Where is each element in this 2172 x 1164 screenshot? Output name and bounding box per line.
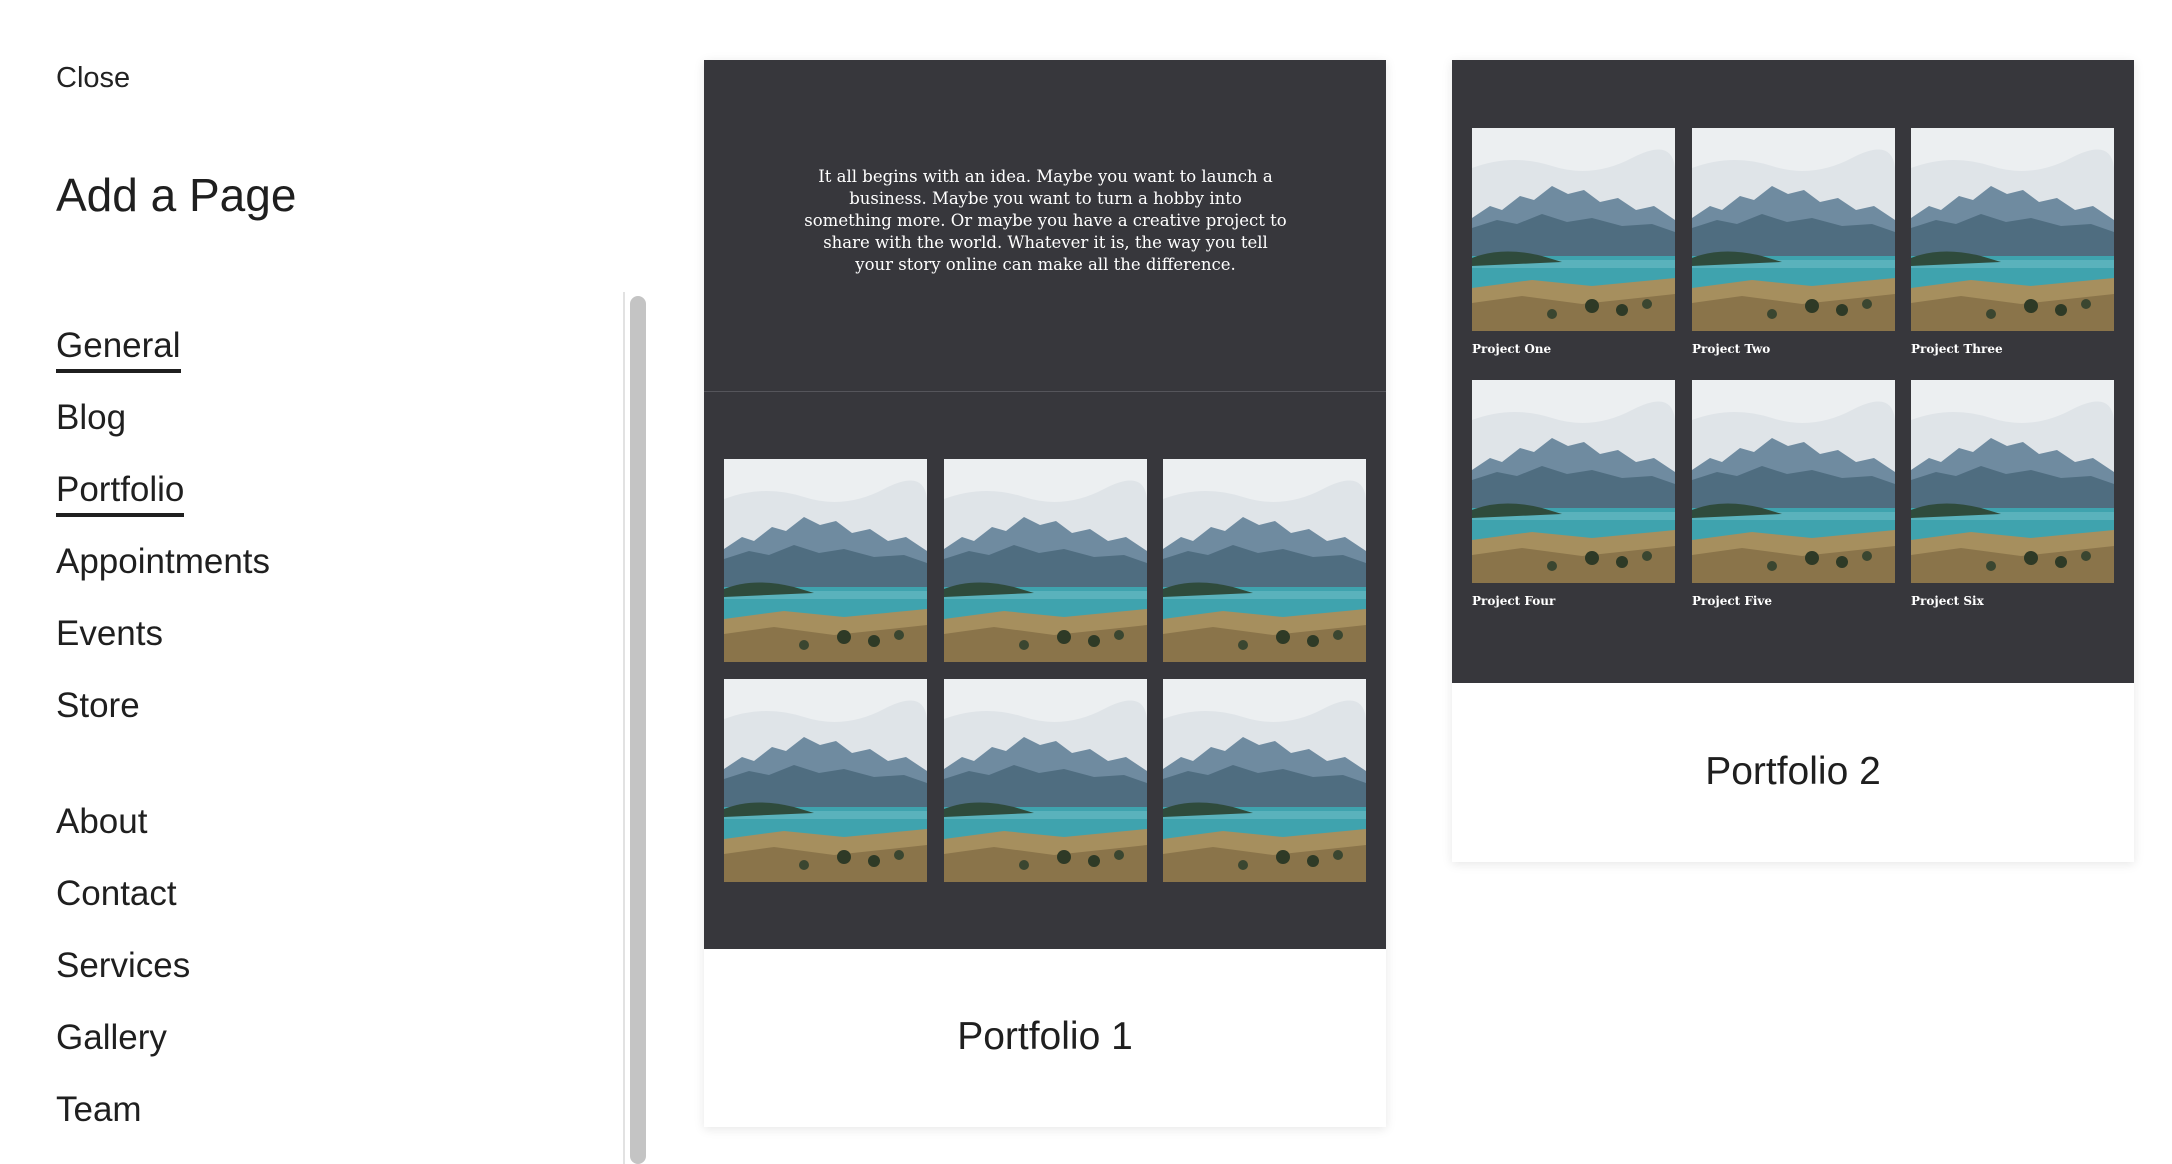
nav-item-general[interactable]: General bbox=[56, 326, 181, 373]
close-button[interactable]: Close bbox=[56, 62, 130, 95]
template-preview: It all begins with an idea. Maybe you wa… bbox=[704, 60, 1386, 949]
thumbnail-image bbox=[1911, 128, 2114, 331]
thumbnail-image bbox=[944, 679, 1147, 882]
nav-item-store[interactable]: Store bbox=[56, 686, 140, 729]
nav-item-gallery[interactable]: Gallery bbox=[56, 1018, 167, 1061]
thumbnail-image bbox=[1163, 679, 1366, 882]
project-caption: Project Six bbox=[1911, 594, 1984, 608]
nav-item-portfolio[interactable]: Portfolio bbox=[56, 470, 185, 517]
thumbnail-image bbox=[1163, 459, 1366, 662]
template-card-portfolio-1[interactable]: It all begins with an idea. Maybe you wa… bbox=[704, 60, 1386, 1127]
nav-item-contact[interactable]: Contact bbox=[56, 874, 177, 917]
nav-item-events[interactable]: Events bbox=[56, 614, 163, 657]
template-card-portfolio-2[interactable]: Project One Project Two Project Three Pr… bbox=[1452, 60, 2134, 862]
nav-item-about[interactable]: About bbox=[56, 802, 147, 845]
project-caption: Project Two bbox=[1692, 342, 1771, 356]
thumbnail-image bbox=[724, 459, 927, 662]
thumbnail-image bbox=[1911, 380, 2114, 583]
scrollbar-thumb[interactable] bbox=[630, 296, 646, 1164]
thumbnail-image bbox=[724, 679, 927, 882]
thumbnail-image bbox=[1692, 128, 1895, 331]
template-title: Portfolio 2 bbox=[1705, 750, 1881, 793]
scrollbar-track bbox=[623, 292, 625, 1164]
project-caption: Project Three bbox=[1911, 342, 2003, 356]
section-divider bbox=[704, 391, 1386, 392]
thumbnail-image bbox=[1472, 128, 1675, 331]
thumbnail-image bbox=[944, 459, 1147, 662]
project-caption: Project One bbox=[1472, 342, 1552, 356]
project-caption: Project Five bbox=[1692, 594, 1773, 608]
intro-text: It all begins with an idea. Maybe you wa… bbox=[804, 167, 1287, 274]
template-title: Portfolio 1 bbox=[957, 1015, 1133, 1058]
nav-item-appointments[interactable]: Appointments bbox=[56, 542, 270, 585]
nav-item-team[interactable]: Team bbox=[56, 1090, 142, 1133]
template-preview: Project One Project Two Project Three Pr… bbox=[1452, 60, 2134, 683]
page-title: Add a Page bbox=[56, 169, 297, 221]
thumbnail-image bbox=[1692, 380, 1895, 583]
thumbnail-image bbox=[1472, 380, 1675, 583]
nav-item-services[interactable]: Services bbox=[56, 946, 190, 989]
nav-item-blog[interactable]: Blog bbox=[56, 398, 126, 441]
project-caption: Project Four bbox=[1472, 594, 1556, 608]
